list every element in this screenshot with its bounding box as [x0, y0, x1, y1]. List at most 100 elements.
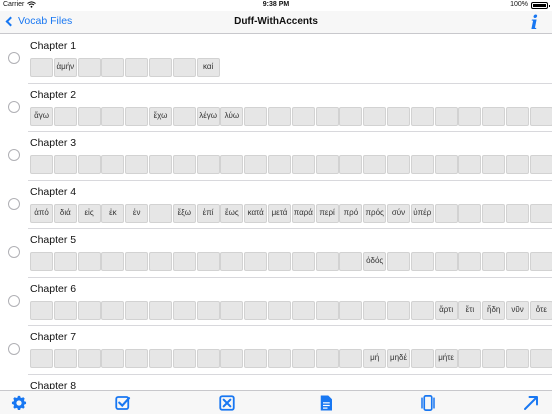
vocab-word-chip-small[interactable] — [363, 300, 387, 320]
vocab-word-chip-small[interactable] — [196, 349, 220, 368]
vocab-word-chip[interactable]: ἐκ — [101, 203, 125, 223]
vocab-word-chip-small[interactable] — [291, 349, 315, 368]
vocab-word-chip[interactable]: ἄρτι — [434, 300, 458, 320]
vocab-word-chip-small[interactable] — [172, 58, 196, 77]
vocab-word-chip[interactable]: μετά — [268, 203, 291, 223]
vocab-word-chip-small[interactable] — [77, 349, 101, 368]
vocab-word-chip-small[interactable] — [244, 106, 268, 126]
chapter-select-radio[interactable] — [8, 52, 20, 64]
vocab-word-chip[interactable]: μή — [363, 349, 387, 368]
vocab-word-chip-small[interactable] — [410, 300, 434, 320]
vocab-word-chip-small[interactable] — [315, 349, 339, 368]
vocab-word-chip-small[interactable] — [315, 252, 339, 271]
vocab-word-chip-small[interactable] — [291, 252, 315, 271]
vocab-word-chip-small[interactable] — [53, 155, 77, 174]
vocab-word-chip-small[interactable] — [244, 349, 268, 368]
chapter-row[interactable]: Chapter 6 ἄρτι ἔτι ἤδη νῦν ὅτε — [0, 278, 552, 326]
vocab-word-chip-small[interactable] — [125, 349, 149, 368]
vocab-word-chip-small[interactable] — [149, 155, 172, 174]
vocab-word-chip-small[interactable] — [149, 58, 172, 77]
settings-button[interactable] — [9, 394, 29, 412]
vocab-word-chip-small[interactable] — [125, 155, 149, 174]
vocab-word-chip-small[interactable] — [482, 252, 506, 271]
chapter-select-radio[interactable] — [8, 100, 20, 113]
vocab-word-chip-small[interactable] — [458, 349, 482, 368]
vocab-word-chip-small[interactable] — [410, 155, 434, 174]
vocab-word-chip-small[interactable] — [434, 155, 458, 174]
vocab-word-chip-small[interactable] — [458, 155, 482, 174]
vocab-word-chip-small[interactable] — [30, 155, 53, 174]
vocab-word-chip-small[interactable] — [77, 300, 101, 320]
vocab-word-chip[interactable]: λέγω — [196, 106, 220, 126]
vocab-word-chip-small[interactable] — [291, 106, 315, 126]
vocab-word-chip-small[interactable] — [77, 58, 101, 77]
vocab-word-chip-small[interactable] — [506, 106, 529, 126]
vocab-word-chip-small[interactable] — [53, 300, 77, 320]
vocab-word-chip-small[interactable] — [125, 58, 149, 77]
info-icon[interactable]: i — [531, 12, 538, 34]
select-all-button[interactable] — [113, 394, 133, 412]
vocab-word-chip-small[interactable] — [410, 252, 434, 271]
vocab-word-chip-small[interactable] — [101, 58, 125, 77]
vocab-word-chip-small[interactable] — [220, 300, 244, 320]
vocab-word-chip-small[interactable] — [339, 155, 363, 174]
vocab-word-chip-small[interactable] — [268, 155, 291, 174]
vocab-word-chip-small[interactable] — [101, 349, 125, 368]
vocab-word-chip-small[interactable] — [458, 203, 482, 223]
vocab-word-chip-small[interactable] — [30, 349, 53, 368]
vocab-word-chip[interactable]: ἔχω — [149, 106, 172, 126]
back-button[interactable]: Vocab Files — [5, 15, 72, 27]
vocab-word-chip-small[interactable] — [220, 155, 244, 174]
vocab-word-chip-small[interactable] — [410, 349, 434, 368]
vocab-word-chip-small[interactable] — [53, 252, 77, 271]
vocab-word-chip[interactable]: ἀπό — [30, 203, 53, 223]
chapter-row[interactable]: Chapter 2 ἄγω ἔχω λέγω λύω — [0, 84, 552, 132]
vocab-word-chip[interactable]: ἕως — [220, 203, 244, 223]
vocab-word-chip-small[interactable] — [410, 106, 434, 126]
vocab-word-chip-small[interactable] — [172, 300, 196, 320]
vocab-word-chip-small[interactable] — [101, 106, 125, 126]
vocab-word-chip-small[interactable] — [363, 155, 387, 174]
chapter-list[interactable]: Chapter 1 ἀμήν καί Chapter 2 ἄγω ἔχω λέγω λύω Ch… — [0, 35, 552, 389]
vocab-word-chip-small[interactable] — [458, 252, 482, 271]
vocab-word-chip[interactable]: καί — [196, 58, 220, 77]
vocab-word-chip-small[interactable] — [315, 155, 339, 174]
vocab-word-chip-small[interactable] — [482, 155, 506, 174]
vocab-word-chip-small[interactable] — [149, 252, 172, 271]
vocab-word-chip-small[interactable] — [339, 300, 363, 320]
vocab-word-chip-small[interactable] — [125, 106, 149, 126]
chapter-row[interactable]: Chapter 3 — [0, 132, 552, 181]
vocab-word-chip-small[interactable] — [434, 203, 458, 223]
vocab-word-chip[interactable]: διά — [53, 203, 77, 223]
vocab-word-chip[interactable]: σύν — [387, 203, 410, 223]
vocab-word-chip-small[interactable] — [172, 155, 196, 174]
vocab-word-chip[interactable]: ἐν — [125, 203, 149, 223]
vocab-word-chip-small[interactable] — [506, 349, 529, 368]
vocab-word-chip-small[interactable] — [172, 106, 196, 126]
vocab-word-chip-small[interactable] — [125, 252, 149, 271]
vocab-word-chip[interactable]: πρός — [363, 203, 387, 223]
vocab-word-chip-small[interactable] — [529, 252, 552, 271]
vocab-word-chip-small[interactable] — [196, 300, 220, 320]
vocab-word-chip-small[interactable] — [77, 252, 101, 271]
vocab-word-chip-small[interactable] — [434, 252, 458, 271]
vocab-word-chip[interactable]: πρό — [339, 203, 363, 223]
vocab-word-chip-small[interactable] — [315, 300, 339, 320]
vocab-word-chip-small[interactable] — [244, 252, 268, 271]
vocab-word-chip-small[interactable] — [30, 252, 53, 271]
vocab-word-chip-small[interactable] — [291, 155, 315, 174]
vocab-word-chip-small[interactable] — [529, 349, 552, 368]
vocab-word-chip[interactable]: ὁδός — [363, 252, 387, 271]
vocab-word-chip-small[interactable] — [387, 300, 410, 320]
vocab-word-chip-small[interactable] — [149, 203, 172, 223]
vocab-word-chip[interactable]: ἔτι — [458, 300, 482, 320]
vocab-word-chip-small[interactable] — [220, 252, 244, 271]
vocab-word-chip-small[interactable] — [529, 155, 552, 174]
chapter-row[interactable]: Chapter 5 ὁδός — [0, 229, 552, 278]
vocab-word-chip-small[interactable] — [101, 252, 125, 271]
vocab-word-chip[interactable]: ἔξω — [172, 203, 196, 223]
vocab-word-chip-small[interactable] — [172, 349, 196, 368]
vocab-word-chip-small[interactable] — [268, 300, 291, 320]
vocab-word-chip-small[interactable] — [53, 349, 77, 368]
vocab-word-chip-small[interactable] — [506, 203, 529, 223]
